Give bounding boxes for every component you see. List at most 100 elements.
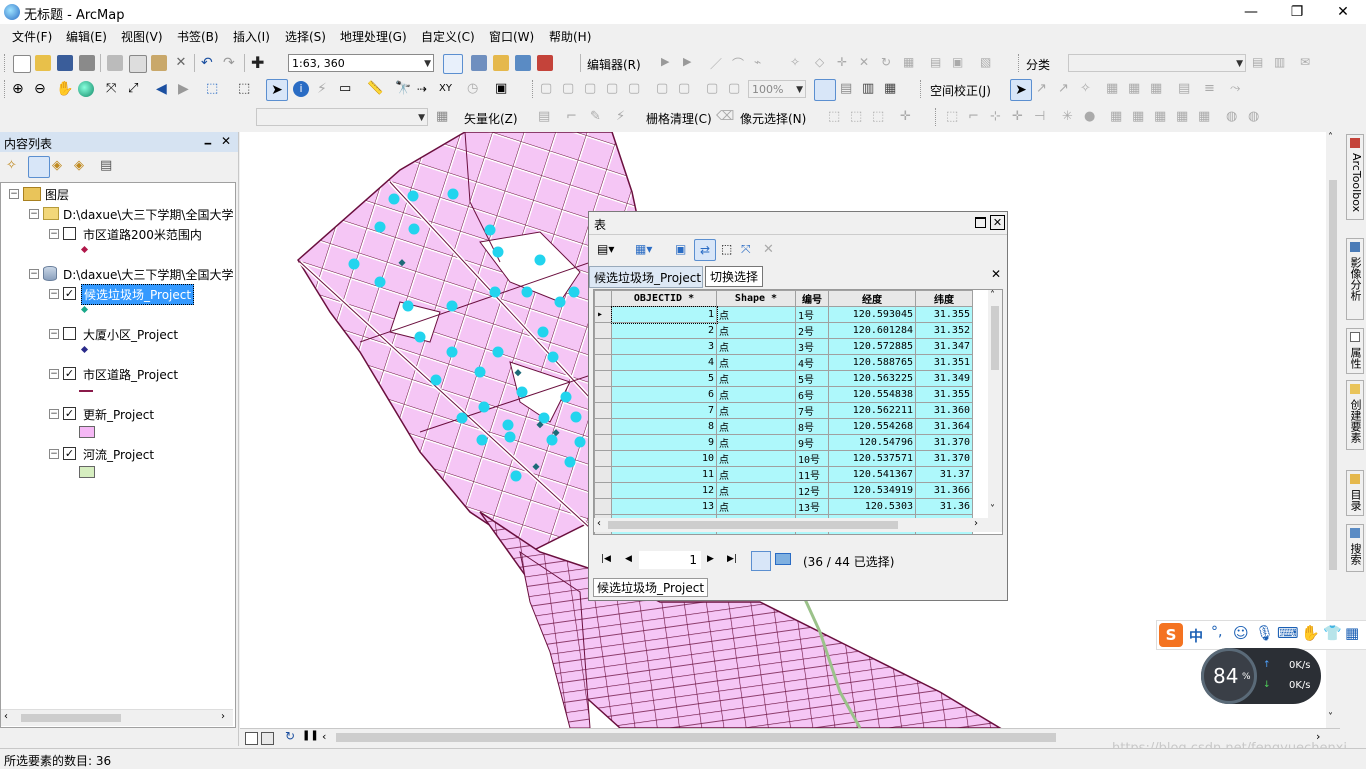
list-by-selection-icon[interactable]: ◈ bbox=[74, 158, 90, 174]
georef-tool2-icon[interactable]: ⌐ bbox=[968, 109, 984, 125]
table-cell[interactable]: 点 bbox=[716, 482, 796, 499]
table-cell[interactable]: 1号 bbox=[795, 306, 829, 323]
table-cell[interactable]: 120.5303 bbox=[828, 498, 916, 515]
table-cell[interactable]: 120.563225 bbox=[828, 370, 916, 387]
raster-snapping-icon[interactable]: ✛ bbox=[900, 109, 916, 125]
network-speed-widget[interactable]: 84 % ↑ 0K/s ↓ 0K/s bbox=[1201, 648, 1321, 704]
new-displacement-link-icon[interactable]: ↗ bbox=[1036, 81, 1052, 97]
menu-edit[interactable]: 编辑(E) bbox=[66, 28, 107, 45]
save-icon[interactable] bbox=[57, 55, 73, 71]
table-row[interactable]: 10 点 10号 120.537571 31.370 bbox=[594, 450, 973, 467]
table-cell[interactable]: 2 bbox=[611, 322, 717, 339]
select-by-attributes-icon[interactable]: ▣ bbox=[675, 242, 691, 258]
menu-geoprocessing[interactable]: 地理处理(G) bbox=[340, 28, 407, 45]
go-to-xy-icon[interactable]: XY bbox=[439, 81, 455, 97]
catalog-window-icon[interactable] bbox=[493, 55, 509, 71]
table-cell[interactable]: 31.364 bbox=[915, 418, 973, 435]
data-driven-pages-icon[interactable]: ▦ bbox=[884, 81, 900, 97]
raster-cleanup-menu[interactable]: 栅格清理(C) bbox=[646, 110, 712, 127]
scroll-up-icon[interactable]: ˄ bbox=[1328, 132, 1333, 143]
table-cell[interactable]: 31.347 bbox=[915, 338, 973, 355]
previous-record-icon[interactable]: ◀ bbox=[625, 554, 632, 564]
table-cell[interactable]: 2号 bbox=[795, 322, 829, 339]
table-cell[interactable]: 5 bbox=[611, 370, 717, 387]
table-cell[interactable]: 点 bbox=[716, 322, 796, 339]
straight-segment-icon[interactable]: ／ bbox=[710, 55, 726, 71]
clear-selection-icon[interactable]: ⬚ bbox=[721, 242, 737, 258]
collapse-icon[interactable]: − bbox=[29, 269, 39, 279]
split-icon[interactable]: ✕ bbox=[859, 55, 875, 71]
table-cell[interactable]: 点 bbox=[716, 466, 796, 483]
collapse-icon[interactable]: − bbox=[49, 449, 59, 459]
table-cell[interactable]: 31.360 bbox=[915, 402, 973, 419]
column-header[interactable]: 纬度 bbox=[915, 290, 973, 307]
raster-layer-combo[interactable]: ▼ bbox=[256, 108, 428, 126]
table-cell[interactable]: 10号 bbox=[795, 450, 829, 467]
adjust-select-icon[interactable]: ➤ bbox=[1010, 79, 1032, 101]
create-viewer-icon[interactable]: ▣ bbox=[495, 81, 511, 97]
table-cell[interactable]: 31.370 bbox=[915, 434, 973, 451]
table-cell[interactable]: 3 bbox=[611, 338, 717, 355]
dock-tab-image-analysis[interactable]: 影像分析 bbox=[1346, 238, 1364, 320]
table-row[interactable]: 8 点 8号 120.554268 31.364 bbox=[594, 418, 973, 435]
record-number-field[interactable]: 1 bbox=[639, 551, 701, 569]
collapse-icon[interactable]: − bbox=[49, 289, 59, 299]
menu-view[interactable]: 视图(V) bbox=[121, 28, 163, 45]
zoom-whole-page-icon[interactable]: ▢ bbox=[606, 81, 622, 97]
layer-checkbox[interactable] bbox=[63, 227, 76, 240]
html-popup-icon[interactable]: ▭ bbox=[339, 81, 355, 97]
layout-back-icon[interactable]: ▢ bbox=[706, 81, 722, 97]
refresh-icon[interactable]: ↻ bbox=[285, 729, 295, 743]
table-cell[interactable]: 4 bbox=[611, 354, 717, 371]
next-record-icon[interactable]: ▶ bbox=[707, 554, 714, 564]
table-cell[interactable]: 120.588765 bbox=[828, 354, 916, 371]
fixed-zoom-out-icon[interactable]: ⤢ bbox=[128, 81, 144, 97]
view-link-table-icon[interactable]: ▤ bbox=[1178, 81, 1194, 97]
toc-window-icon[interactable] bbox=[471, 55, 487, 71]
zoom-in-icon[interactable]: ⊕ bbox=[12, 81, 28, 97]
show-selected-records-icon[interactable] bbox=[775, 553, 791, 565]
restore-button[interactable]: ❐ bbox=[1274, 0, 1320, 24]
georef-tool6-icon[interactable]: ✳ bbox=[1062, 109, 1078, 125]
table-cell[interactable]: 点 bbox=[716, 354, 796, 371]
list-by-drawing-order-icon[interactable]: ✧ bbox=[6, 158, 22, 174]
edge-match-icon[interactable]: ⤳ bbox=[1230, 81, 1246, 97]
measure-icon[interactable]: 📏 bbox=[367, 81, 383, 97]
table-cell[interactable]: 31.37 bbox=[915, 466, 973, 483]
cut-icon[interactable] bbox=[107, 55, 123, 71]
table-cell[interactable]: 11号 bbox=[795, 466, 829, 483]
georef-tool14-icon[interactable]: ◍ bbox=[1248, 109, 1264, 125]
row-selector[interactable] bbox=[594, 402, 612, 419]
table-cell[interactable]: 120.54796 bbox=[828, 434, 916, 451]
table-cell[interactable]: 点 bbox=[716, 418, 796, 435]
table-cell[interactable]: 点 bbox=[716, 402, 796, 419]
minimize-button[interactable]: — bbox=[1228, 0, 1274, 24]
layout-view-icon[interactable] bbox=[261, 732, 274, 745]
column-header[interactable]: 经度 bbox=[828, 290, 916, 307]
cell-selection-menu[interactable]: 像元选择(N) bbox=[740, 110, 806, 127]
table-cell[interactable]: 1 bbox=[610, 305, 718, 324]
layer-update[interactable]: 更新_Project bbox=[83, 406, 154, 423]
clear-selection-icon[interactable]: ⬚ bbox=[238, 81, 254, 97]
scroll-right-icon[interactable]: › bbox=[974, 518, 978, 529]
table-cell[interactable]: 8 bbox=[611, 418, 717, 435]
layer-checkbox[interactable]: ✓ bbox=[63, 287, 76, 300]
table-row[interactable]: 2 点 2号 120.601284 31.352 bbox=[594, 322, 973, 339]
row-selector[interactable] bbox=[594, 418, 612, 435]
table-cell[interactable]: 7号 bbox=[795, 402, 829, 419]
time-slider-icon[interactable]: ◷ bbox=[467, 81, 483, 97]
select-by-rectangle-icon[interactable]: ⬚ bbox=[206, 81, 222, 97]
toc-pin-icon[interactable]: 🗕 bbox=[204, 134, 212, 153]
table-cell[interactable]: 11 bbox=[611, 466, 717, 483]
switch-selection-icon[interactable]: ⇄ bbox=[694, 239, 716, 261]
toggle-draft-mode-icon[interactable] bbox=[814, 79, 836, 101]
related-tables-icon[interactable]: ▦▾ bbox=[635, 242, 652, 258]
keyboard-icon[interactable]: ⌨ bbox=[1277, 624, 1299, 642]
go-forward-icon[interactable]: ▶ bbox=[178, 81, 194, 97]
table-layer-tab[interactable]: 候选垃圾场_Project bbox=[589, 266, 703, 288]
row-selector[interactable] bbox=[594, 386, 612, 403]
classify-layer-combo[interactable]: ▼ bbox=[1068, 54, 1246, 72]
redo-icon[interactable]: ↷ bbox=[223, 55, 239, 71]
row-selector[interactable] bbox=[594, 450, 612, 467]
layout-pan-icon[interactable]: ▢ bbox=[584, 81, 600, 97]
